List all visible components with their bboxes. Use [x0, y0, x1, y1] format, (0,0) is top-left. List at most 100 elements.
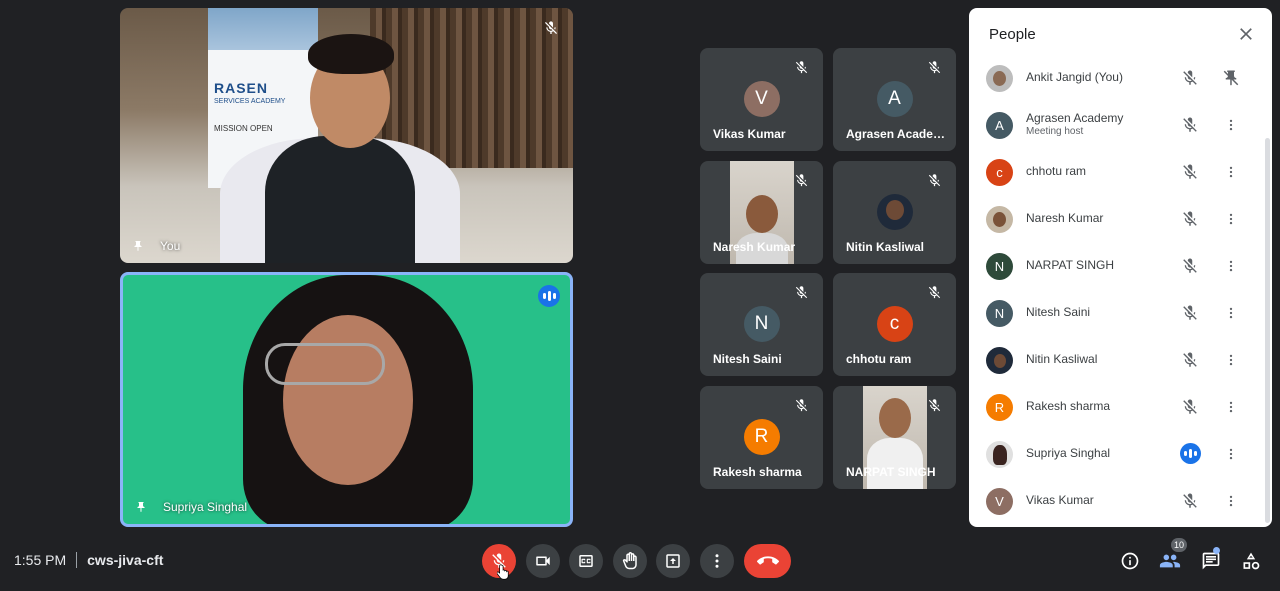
grid-tile-chhotu-ram[interactable]: c chhotu ram [833, 273, 956, 376]
mic-off-icon[interactable] [1181, 492, 1199, 510]
captions-button[interactable] [569, 544, 603, 578]
grid-tile-rakesh-sharma[interactable]: R Rakesh sharma [700, 386, 823, 489]
grid-tile-naresh-kumar[interactable]: Naresh Kumar [700, 161, 823, 264]
captions-icon [579, 555, 593, 567]
speaker-glasses [265, 343, 385, 385]
participant-row-nitesh-saini[interactable]: N Nitesh Saini [969, 291, 1272, 338]
meeting-time: 1:55 PM [14, 552, 67, 568]
mic-off-icon [928, 174, 941, 187]
speaker-face [283, 315, 413, 485]
tile-label-you: You [160, 239, 181, 253]
info-icon [1121, 552, 1139, 570]
mic-off-icon[interactable] [1181, 116, 1199, 134]
host-label: Meeting host [1026, 126, 1084, 137]
chat-button[interactable] [1199, 549, 1223, 573]
meeting-details-button[interactable] [1118, 549, 1142, 573]
more-vert-icon[interactable] [1224, 492, 1238, 510]
more-vert-icon[interactable] [1224, 304, 1238, 322]
present-screen-icon [666, 554, 680, 568]
more-vert-icon[interactable] [1224, 163, 1238, 181]
close-icon[interactable] [1236, 24, 1256, 44]
participant-row-naresh-kumar[interactable]: Naresh Kumar [969, 197, 1272, 244]
more-vert-icon[interactable] [1224, 445, 1238, 463]
grid-tile-nitesh-saini[interactable]: N Nitesh Saini [700, 273, 823, 376]
avatar: c [986, 159, 1013, 186]
video-tile-you[interactable]: RASEN SERVICES ACADEMY MISSION OPEN You [120, 8, 573, 263]
participant-row-agrasen-academy[interactable]: A Agrasen Academy Meeting host [969, 103, 1272, 150]
tile-name: NARPAT SINGH [846, 465, 936, 479]
tile-name: Rakesh sharma [713, 465, 802, 479]
participant-name: Naresh Kumar [1026, 211, 1104, 225]
more-vert-icon [715, 554, 719, 568]
pin-icon[interactable] [135, 500, 147, 514]
avatar: c [876, 306, 913, 342]
participant-row-chhotu-ram[interactable]: c chhotu ram [969, 150, 1272, 197]
activities-icon [1243, 552, 1260, 570]
presenter-hair [308, 34, 394, 74]
more-vert-icon[interactable] [1224, 398, 1238, 416]
camera-toggle-button[interactable] [526, 544, 560, 578]
mic-off-icon[interactable] [1181, 69, 1199, 87]
participant-row-vikas-kumar[interactable]: V Vikas Kumar [969, 479, 1272, 526]
tile-label-supriya-singhal: Supriya Singhal [163, 500, 248, 514]
tile-name: Vikas Kumar [713, 127, 786, 141]
meeting-details: 1:55 PM cws-jiva-cft [14, 552, 163, 568]
people-panel: People Ankit Jangid (You) A Agrasen Acad… [969, 8, 1272, 527]
participant-row-narpat-singh[interactable]: N NARPAT SINGH [969, 244, 1272, 291]
more-vert-icon[interactable] [1224, 210, 1238, 228]
participant-row-nitin-kasliwal[interactable]: Nitin Kasliwal [969, 338, 1272, 385]
grid-tile-vikas-kumar[interactable]: V Vikas Kumar [700, 48, 823, 151]
participant-name: Nitin Kasliwal [1026, 352, 1098, 366]
meet-stage: RASEN SERVICES ACADEMY MISSION OPEN You … [0, 0, 1280, 591]
mic-off-icon[interactable] [1181, 257, 1199, 275]
unread-chat-dot [1213, 547, 1220, 554]
tile-name: Nitesh Saini [713, 352, 782, 366]
activities-button[interactable] [1239, 549, 1263, 573]
tile-name: Nitin Kasliwal [846, 240, 925, 254]
participant-name: Supriya Singhal [1026, 446, 1111, 460]
raise-hand-button[interactable] [613, 544, 647, 578]
mic-off-icon[interactable] [1181, 351, 1199, 369]
videocam-icon [536, 556, 550, 566]
more-vert-icon[interactable] [1224, 257, 1238, 275]
leave-call-button[interactable] [744, 544, 791, 578]
participant-row-ankit-jangid[interactable]: Ankit Jangid (You) [969, 56, 1272, 103]
mic-off-icon [795, 286, 808, 299]
participant-row-supriya-singhal[interactable]: Supriya Singhal [969, 432, 1272, 479]
participant-name: Ankit Jangid (You) [1026, 70, 1123, 84]
participant-name: Nitesh Saini [1026, 305, 1091, 319]
mic-off-icon [928, 399, 941, 412]
pin-icon[interactable] [132, 239, 144, 253]
mic-off-icon[interactable] [1181, 163, 1199, 181]
mic-off-icon[interactable] [1181, 398, 1199, 416]
mic-off-icon [928, 61, 941, 74]
unpin-icon[interactable] [1222, 69, 1240, 87]
more-vert-icon[interactable] [1224, 116, 1238, 134]
show-everyone-button[interactable] [1158, 549, 1182, 573]
grid-tile-narpat-singh[interactable]: NARPAT SINGH [833, 386, 956, 489]
grid-tile-agrasen-academy[interactable]: A Agrasen Academy [833, 48, 956, 151]
speaking-indicator-icon [1180, 443, 1201, 464]
present-now-button[interactable] [656, 544, 690, 578]
avatar: R [986, 394, 1013, 421]
avatar: N [743, 306, 780, 342]
grid-tile-nitin-kasliwal[interactable]: Nitin Kasliwal [833, 161, 956, 264]
mic-off-icon[interactable] [1181, 304, 1199, 322]
avatar: V [986, 488, 1013, 515]
avatar [986, 347, 1013, 374]
more-vert-icon[interactable] [1224, 351, 1238, 369]
mic-off-icon [795, 61, 808, 74]
mic-off-icon[interactable] [1181, 210, 1199, 228]
participant-row-rakesh-sharma[interactable]: R Rakesh sharma [969, 385, 1272, 432]
divider [76, 552, 78, 568]
participant-name: Rakesh sharma [1026, 399, 1111, 413]
avatar: N [986, 300, 1013, 327]
more-options-button[interactable] [700, 544, 734, 578]
avatar: A [986, 112, 1013, 139]
avatar: N [986, 253, 1013, 280]
participant-count-badge: 10 [1171, 538, 1188, 552]
panel-title: People [989, 26, 1036, 43]
chat-icon [1202, 552, 1220, 570]
raise-hand-icon [622, 552, 637, 570]
video-tile-supriya-singhal[interactable]: Supriya Singhal [120, 272, 573, 527]
